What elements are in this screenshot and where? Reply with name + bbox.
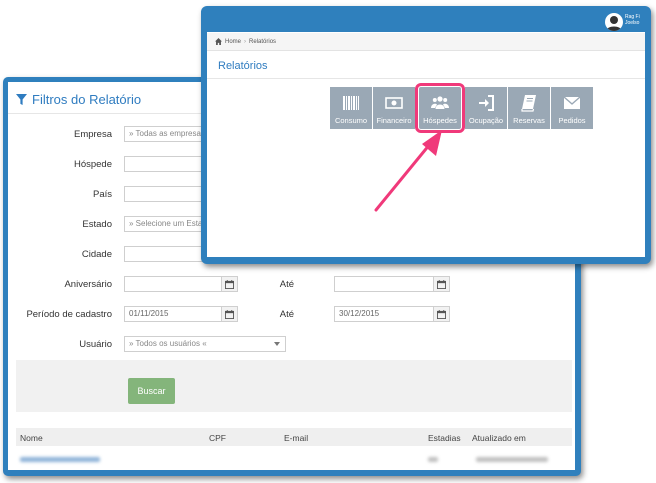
- aniversario-ate-label: Até: [279, 279, 294, 290]
- divider: [207, 78, 645, 79]
- tile-label: Ocupação: [468, 116, 504, 125]
- user-avatar-icon: [606, 16, 622, 31]
- column-nome: Nome: [20, 433, 43, 443]
- aniversario-ate-input[interactable]: [334, 276, 434, 292]
- breadcrumb-current: Relatórios: [249, 38, 277, 45]
- button-bar: [16, 360, 572, 412]
- breadcrumb-separator: ›: [244, 38, 247, 45]
- filters-title-text: Filtros do Relatório: [32, 92, 142, 107]
- blurred-name: [20, 457, 100, 462]
- column-atualizado: Atualizado em: [472, 433, 526, 443]
- blurred-stays: [428, 457, 438, 462]
- money-icon: [385, 97, 403, 109]
- home-icon: [215, 38, 222, 45]
- results-table-header: Nome CPF E-mail Estadias Atualizado em: [16, 428, 572, 446]
- report-tiles: Consumo Financeiro Hóspedes Ocupação Res…: [330, 83, 593, 133]
- tile-label: Hóspedes: [423, 116, 457, 125]
- periodo-end-input[interactable]: 30/12/2015: [334, 306, 434, 322]
- tile-label: Consumo: [334, 116, 368, 125]
- periodo-end-calendar-button[interactable]: [434, 306, 450, 322]
- tile-label: Reservas: [513, 116, 545, 125]
- cidade-label: Cidade: [81, 249, 112, 260]
- periodo-label: Período de cadastro: [26, 309, 112, 320]
- usuario-select[interactable]: » Todos os usuários «: [124, 336, 286, 352]
- blurred-date: [476, 457, 548, 462]
- envelope-icon: [563, 96, 581, 109]
- tile-hospedes[interactable]: Hóspedes: [415, 83, 465, 133]
- pais-label: País: [92, 189, 112, 200]
- tile-pedidos[interactable]: Pedidos: [551, 87, 593, 129]
- breadcrumb-home[interactable]: Home: [225, 39, 241, 45]
- table-row[interactable]: [16, 450, 572, 468]
- empresa-label: Empresa: [73, 129, 112, 140]
- sign-in-icon: [479, 95, 494, 111]
- page-title: Relatórios: [218, 60, 268, 72]
- avatar[interactable]: [605, 13, 623, 31]
- usuario-label: Usuário: [79, 339, 112, 350]
- aniversario-ate-calendar-button[interactable]: [434, 276, 450, 292]
- filters-title: Filtros do Relatório: [16, 92, 141, 107]
- column-cpf: CPF: [209, 433, 226, 443]
- estado-label: Estado: [82, 219, 112, 230]
- calendar-icon: [437, 279, 446, 289]
- aniversario-label: Aniversário: [64, 279, 112, 290]
- book-icon: [521, 95, 536, 112]
- top-bar: Rag Fi Joelso: [207, 12, 645, 32]
- user-name[interactable]: Rag Fi Joelso: [625, 14, 645, 26]
- buscar-button[interactable]: Buscar: [128, 378, 175, 404]
- breadcrumb: Home › Relatórios: [207, 33, 645, 51]
- tile-reservas[interactable]: Reservas: [508, 87, 550, 129]
- tile-label: Pedidos: [558, 116, 586, 125]
- users-icon: [431, 96, 449, 109]
- usuario-select-value: » Todos os usuários «: [129, 339, 207, 348]
- chevron-down-icon: [274, 342, 280, 346]
- user-name-line2: Joelso: [625, 20, 640, 26]
- filter-icon: [16, 94, 27, 105]
- periodo-ate-label: Até: [279, 309, 294, 320]
- hospede-label: Hóspede: [73, 159, 112, 170]
- pointer-arrow-icon: [374, 130, 442, 212]
- column-email: E-mail: [284, 433, 309, 443]
- calendar-icon: [437, 309, 446, 319]
- tile-ocupacao[interactable]: Ocupação: [465, 87, 507, 129]
- barcode-icon: [343, 96, 359, 110]
- tile-consumo[interactable]: Consumo: [330, 87, 372, 129]
- tile-financeiro[interactable]: Financeiro: [373, 87, 415, 129]
- column-estadias: Estadias: [428, 433, 461, 443]
